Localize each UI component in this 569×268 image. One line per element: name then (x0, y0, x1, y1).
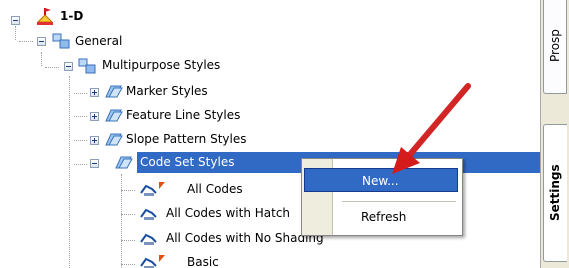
tree-node-code-set-styles[interactable]: Code Set Styles (0, 152, 300, 173)
tree-node-label: Marker Styles (126, 84, 208, 98)
tree-node-general[interactable]: General (0, 31, 200, 52)
tree-node-all-codes-with-no-shading[interactable]: All Codes with No Shading (0, 228, 340, 249)
collapse-toggle[interactable] (64, 62, 73, 71)
tree-node-label: All Codes (187, 182, 243, 196)
tab-label: Prosp (548, 29, 562, 63)
tree-node-label: Basic (187, 255, 219, 268)
style-folder-icon (104, 107, 124, 131)
tree-node-label: Slope Pattern Styles (126, 132, 247, 146)
collapse-toggle[interactable] (11, 16, 20, 25)
code-set-style-icon (139, 254, 165, 268)
expand-toggle[interactable] (90, 112, 99, 121)
tree-node-label: Multipurpose Styles (102, 58, 221, 72)
style-collection-icon (52, 33, 70, 56)
tree-node-all-codes[interactable]: All Codes (0, 179, 300, 200)
menu-separator (342, 201, 456, 202)
tree-node-label: All Codes with No Shading (166, 231, 324, 245)
tree-node-label: All Codes with Hatch (166, 206, 291, 220)
expand-toggle[interactable] (90, 88, 99, 97)
tree-node-slope-pattern-styles[interactable]: Slope Pattern Styles (0, 129, 300, 150)
menu-item-label: Refresh (361, 210, 407, 224)
tree-node-multipurpose-styles[interactable]: Multipurpose Styles (0, 55, 300, 76)
tab-prospector[interactable]: Prosp (543, 0, 567, 94)
tab-settings[interactable]: Settings (543, 124, 567, 262)
tree-node-1-d[interactable]: 1-D (0, 6, 200, 27)
style-collection-icon (78, 58, 96, 81)
tree-node-feature-line-styles[interactable]: Feature Line Styles (0, 105, 300, 126)
tree-node-label: Feature Line Styles (126, 108, 241, 122)
tree-node-label: 1-D (60, 9, 84, 23)
tree-node-label: Code Set Styles (140, 155, 235, 169)
tree-node-label: General (75, 34, 123, 48)
tree-node-basic[interactable]: Basic (0, 252, 300, 268)
toolspace-tab-strip: Prosp Settings (540, 0, 569, 268)
collapse-toggle[interactable] (37, 37, 46, 46)
expand-toggle[interactable] (90, 136, 99, 145)
collapse-toggle[interactable] (90, 159, 99, 168)
tab-label: Settings (548, 164, 562, 222)
menu-item-label: New... (362, 174, 399, 188)
tree-node-marker-styles[interactable]: Marker Styles (0, 81, 300, 102)
menu-item-refresh[interactable]: Refresh (304, 205, 458, 229)
tree-node-all-codes-with-hatch[interactable]: All Codes with Hatch (0, 203, 300, 224)
context-menu: New... Refresh (301, 158, 463, 236)
style-folder-icon (114, 154, 134, 178)
style-folder-icon (104, 83, 124, 107)
menu-item-new[interactable]: New... (304, 168, 458, 192)
code-set-style-icon (139, 205, 159, 230)
